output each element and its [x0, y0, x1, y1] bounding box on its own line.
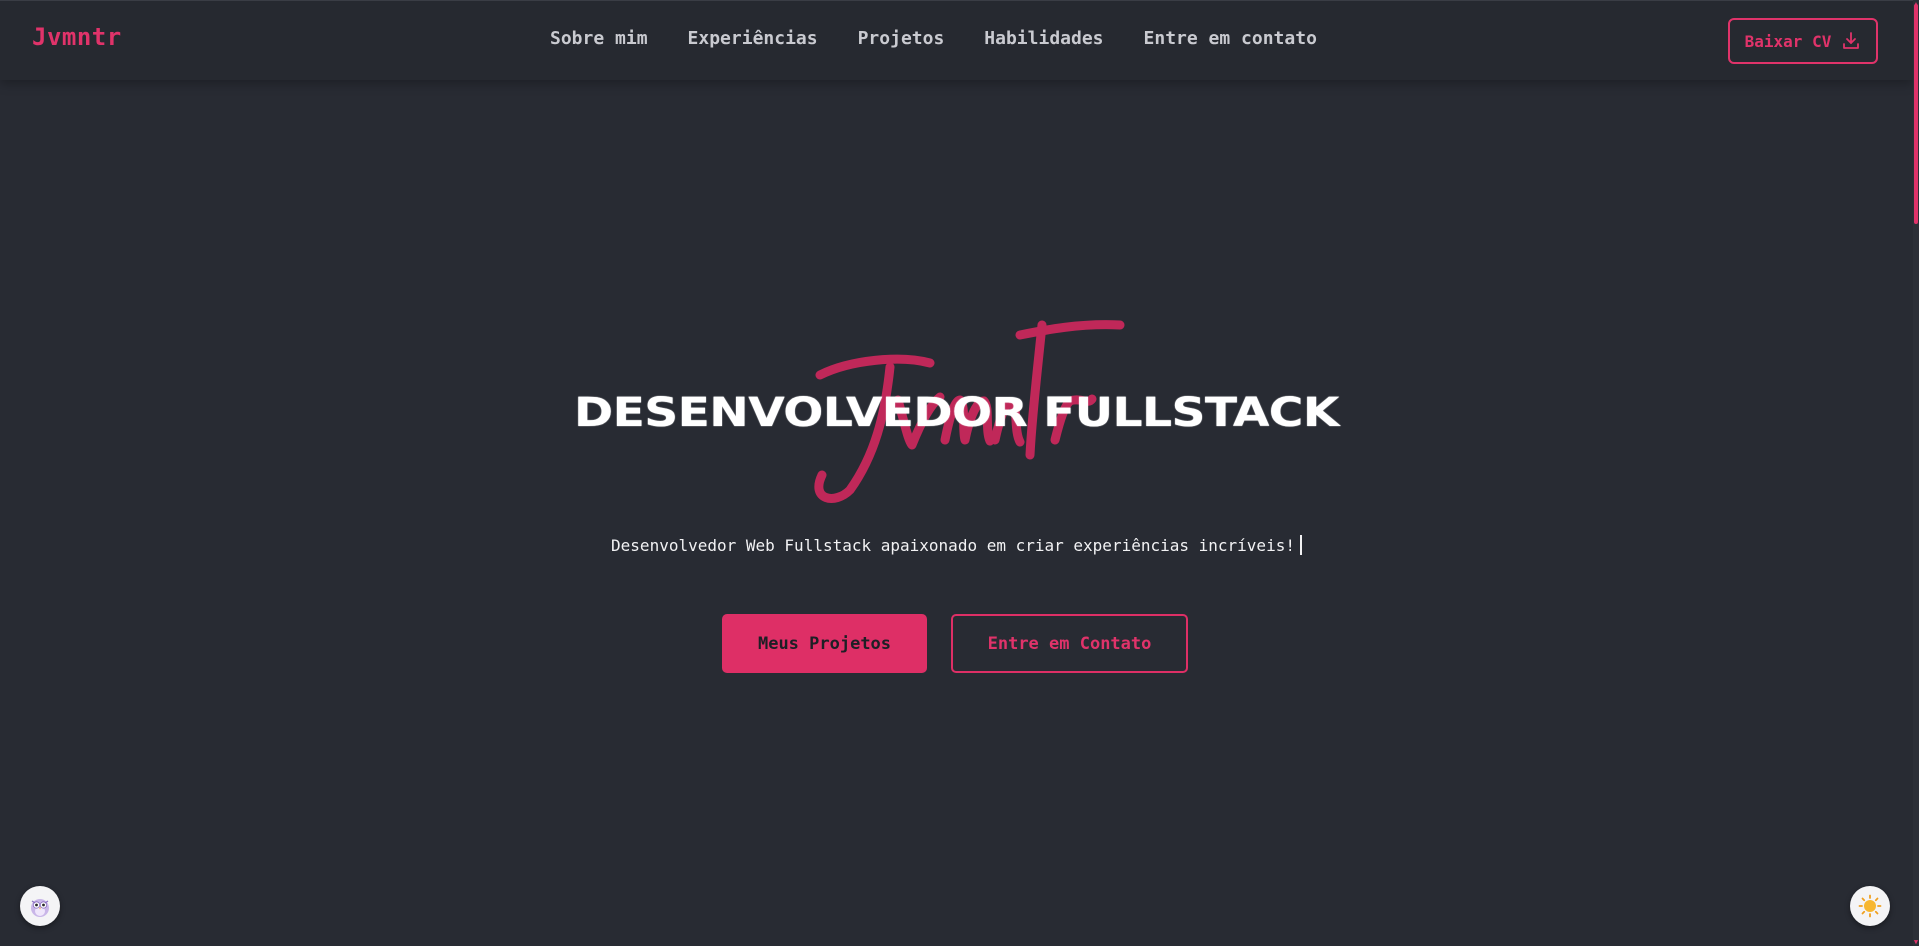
scroll-down-arrow[interactable]: ▼ [1913, 938, 1919, 946]
sun-icon [1858, 894, 1882, 918]
nav-item-projetos[interactable]: Projetos [858, 28, 945, 49]
typing-caret [1299, 535, 1302, 555]
owl-button[interactable] [20, 886, 60, 926]
nav-item-experiencias[interactable]: Experiências [688, 28, 818, 49]
download-cv-button[interactable]: Baixar CV [1728, 18, 1878, 64]
owl-icon [31, 899, 49, 917]
nav-item-sobre-mim[interactable]: Sobre mim [550, 28, 648, 49]
hero-title: DESENVOLVEDOR FULLSTACK [573, 390, 1339, 436]
download-cv-label: Baixar CV [1744, 31, 1832, 51]
hero-subtitle: Desenvolvedor Web Fullstack apaixonado e… [0, 535, 1913, 555]
page-scrollbar[interactable]: ▲ ▼ [1913, 0, 1919, 946]
main-nav: Sobre mim Experiências Projetos Habilida… [550, 28, 1357, 49]
hero-subtitle-text: Desenvolvedor Web Fullstack apaixonado e… [611, 536, 1295, 555]
nav-item-contato[interactable]: Entre em contato [1144, 28, 1317, 49]
theme-toggle-button[interactable] [1850, 886, 1890, 926]
my-projects-button[interactable]: Meus Projetos [722, 614, 927, 673]
page: Jvmntr Sobre mim Experiências Projetos H… [0, 0, 1919, 946]
scrollbar-thumb[interactable] [1914, 4, 1918, 224]
contact-button[interactable]: Entre em Contato [951, 614, 1188, 673]
nav-item-habilidades[interactable]: Habilidades [984, 28, 1103, 49]
top-navbar: Jvmntr Sobre mim Experiências Projetos H… [0, 0, 1913, 80]
logo[interactable]: Jvmntr [32, 23, 122, 51]
download-icon [1841, 31, 1861, 51]
